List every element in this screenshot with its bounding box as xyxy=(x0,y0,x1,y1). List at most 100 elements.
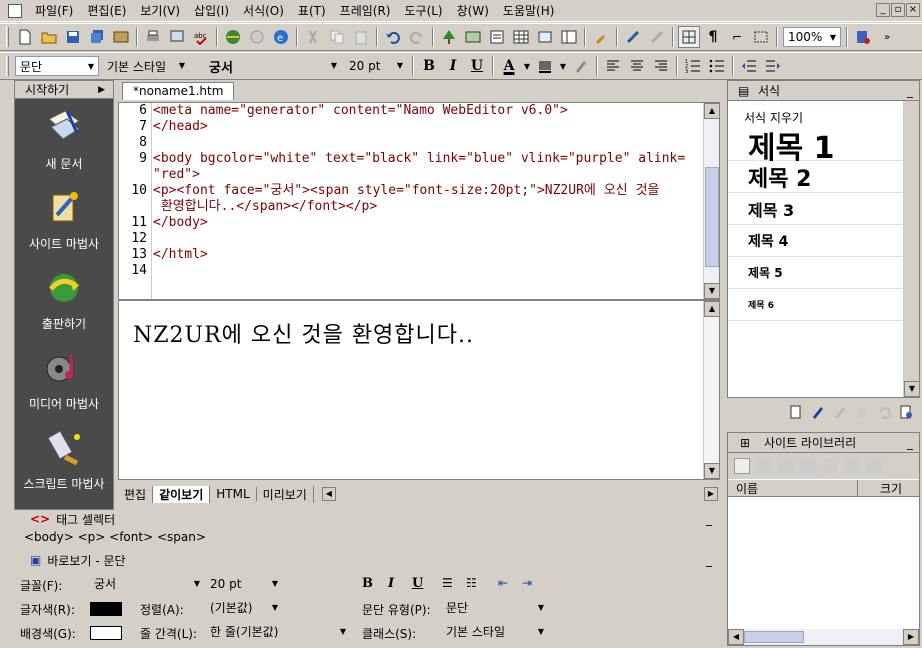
borders-icon[interactable] xyxy=(750,26,772,48)
scroll-right-icon[interactable]: ▶ xyxy=(903,629,919,645)
tree-icon[interactable] xyxy=(438,26,460,48)
class-select[interactable]: 기본 스타일 ▼ xyxy=(442,624,546,642)
restore-icon[interactable]: ▫ xyxy=(891,3,905,17)
heading1-style[interactable]: 제목 1A xyxy=(728,129,919,166)
globe-icon[interactable] xyxy=(222,26,244,48)
undo-icon[interactable] xyxy=(382,26,404,48)
bullet-list-icon[interactable]: ☷ xyxy=(466,576,477,590)
underline-button[interactable]: U xyxy=(412,576,423,591)
library-hscrollbar[interactable]: ◀ ▶ xyxy=(728,629,919,645)
layer-icon[interactable] xyxy=(534,26,556,48)
image-icon[interactable] xyxy=(462,26,484,48)
scroll-thumb[interactable] xyxy=(744,631,804,643)
undo-style-icon[interactable] xyxy=(875,403,893,421)
redo-icon[interactable] xyxy=(406,26,428,48)
panel-minimize-icon[interactable]: _ xyxy=(907,84,913,98)
code-scrollbar[interactable]: ▲ ▼ xyxy=(703,103,720,299)
edit-style-icon[interactable] xyxy=(809,403,827,421)
save-all-icon[interactable] xyxy=(86,26,108,48)
text-color-swatch[interactable] xyxy=(90,602,122,616)
publish-toolbar-icon[interactable] xyxy=(110,26,132,48)
new-file-icon[interactable] xyxy=(14,26,36,48)
indent-icon[interactable]: ⇥ xyxy=(522,576,532,590)
heading4-style[interactable]: 제목 4A xyxy=(728,225,919,257)
heading5-style[interactable]: 제목 5A xyxy=(728,257,919,289)
save-icon[interactable] xyxy=(62,26,84,48)
print-icon[interactable] xyxy=(142,26,164,48)
menu-frame[interactable]: 프레임(R) xyxy=(333,0,398,22)
spellcheck-icon[interactable]: abc xyxy=(190,26,212,48)
tab-html[interactable]: HTML xyxy=(210,487,257,501)
zoom-combo[interactable]: 100% ▼ xyxy=(783,27,841,47)
menu-insert[interactable]: 삽입(I) xyxy=(187,0,236,22)
highlight-color-icon[interactable] xyxy=(534,55,556,77)
align-left-icon[interactable] xyxy=(602,55,624,77)
cut-icon[interactable] xyxy=(302,26,324,48)
outdent-icon[interactable]: ⇤ xyxy=(498,576,508,590)
library-copy-icon[interactable] xyxy=(778,458,794,474)
open-folder-icon[interactable] xyxy=(38,26,60,48)
numbered-list-icon[interactable]: 123 xyxy=(682,55,704,77)
toolbar-grip[interactable] xyxy=(6,56,9,76)
toolbar-grip[interactable] xyxy=(6,27,9,47)
new-document-item[interactable]: 새 문서 xyxy=(15,99,113,179)
new-style-icon[interactable] xyxy=(787,403,805,421)
paragraph-combo[interactable]: 문단 ▼ xyxy=(15,56,99,76)
line-break-icon[interactable]: ⌐ xyxy=(726,26,748,48)
delete-style-icon[interactable] xyxy=(853,403,871,421)
chevron-down-icon[interactable]: ▼ xyxy=(558,55,568,77)
preview-text[interactable]: NZ2UR에 오신 것을 환영합니다.. xyxy=(133,317,474,349)
align-center-icon[interactable] xyxy=(626,55,648,77)
line-spacing-select[interactable]: 한 줄(기본값) ▼ xyxy=(206,624,348,642)
style-combo[interactable]: 기본 스타일 ▼ xyxy=(103,56,189,76)
publish-item[interactable]: 출판하기 xyxy=(15,259,113,339)
menu-format[interactable]: 서식(O) xyxy=(236,0,291,22)
font-select[interactable]: 궁서 ▼ xyxy=(90,576,202,594)
preview-pane[interactable]: NZ2UR에 오신 것을 환영합니다.. ▲ ▼ xyxy=(118,300,720,480)
size-combo[interactable]: 20 pt ▼ xyxy=(345,56,407,76)
scroll-up-icon[interactable]: ▲ xyxy=(704,301,720,317)
heading3-style[interactable]: 제목 3A xyxy=(728,193,919,225)
tag-path[interactable]: <body> <p> <font> <span> xyxy=(14,528,720,546)
underline-button[interactable]: U xyxy=(466,55,488,77)
italic-button[interactable]: I xyxy=(442,55,464,77)
help-book-icon[interactable] xyxy=(852,26,874,48)
brush-icon[interactable] xyxy=(590,26,612,48)
column-header-name[interactable]: 이름 xyxy=(728,480,858,496)
bullet-list-icon[interactable] xyxy=(706,55,728,77)
menu-file[interactable]: 파일(F) xyxy=(28,0,80,22)
menu-view[interactable]: 보기(V) xyxy=(133,0,187,22)
menu-window[interactable]: 창(W) xyxy=(450,0,496,22)
scroll-thumb[interactable] xyxy=(705,167,719,267)
numbered-list-icon[interactable]: ☰ xyxy=(442,576,453,590)
code-text[interactable]: <meta name="generator" content="Namo Web… xyxy=(153,103,701,299)
styles-scrollbar[interactable]: ▼ xyxy=(903,101,920,397)
library-globe-icon[interactable] xyxy=(822,458,838,474)
scroll-right-icon[interactable]: ▶ xyxy=(704,487,718,501)
tab-split[interactable]: 같이보기 xyxy=(153,485,211,503)
preview-scrollbar[interactable]: ▲ ▼ xyxy=(703,301,720,479)
style-settings-icon[interactable] xyxy=(897,403,915,421)
panel-minimize-icon[interactable]: _ xyxy=(706,512,712,526)
scroll-down-icon[interactable]: ▼ xyxy=(904,381,920,397)
heading2-style[interactable]: 제목 2A xyxy=(728,161,919,193)
para-type-select[interactable]: 문단 ▼ xyxy=(442,600,546,618)
library-delete-icon[interactable] xyxy=(844,458,860,474)
scroll-down-icon[interactable]: ▼ xyxy=(704,283,720,299)
media-wizard-item[interactable]: 미디어 마법사 xyxy=(15,339,113,419)
font-combo[interactable]: 궁서 ▼ xyxy=(193,56,341,76)
tab-preview[interactable]: 미리보기 xyxy=(257,485,314,503)
tab-edit[interactable]: 편집 xyxy=(118,485,154,503)
site-wizard-item[interactable]: 사이트 마법사 xyxy=(15,179,113,259)
paragraph-mark-icon[interactable]: ¶ xyxy=(702,26,724,48)
heading6-style[interactable]: 제목 6A xyxy=(728,289,919,321)
getting-started-header[interactable]: 시작하기 ▶ xyxy=(15,81,113,99)
clear-format-icon[interactable] xyxy=(570,55,592,77)
bold-button[interactable]: B xyxy=(362,576,373,591)
menu-help[interactable]: 도움말(H) xyxy=(496,0,562,22)
link-icon[interactable] xyxy=(622,26,644,48)
scroll-up-icon[interactable]: ▲ xyxy=(704,103,720,119)
bg-color-swatch[interactable] xyxy=(90,626,122,640)
indent-icon[interactable] xyxy=(762,55,784,77)
browser-icon[interactable]: e xyxy=(270,26,292,48)
